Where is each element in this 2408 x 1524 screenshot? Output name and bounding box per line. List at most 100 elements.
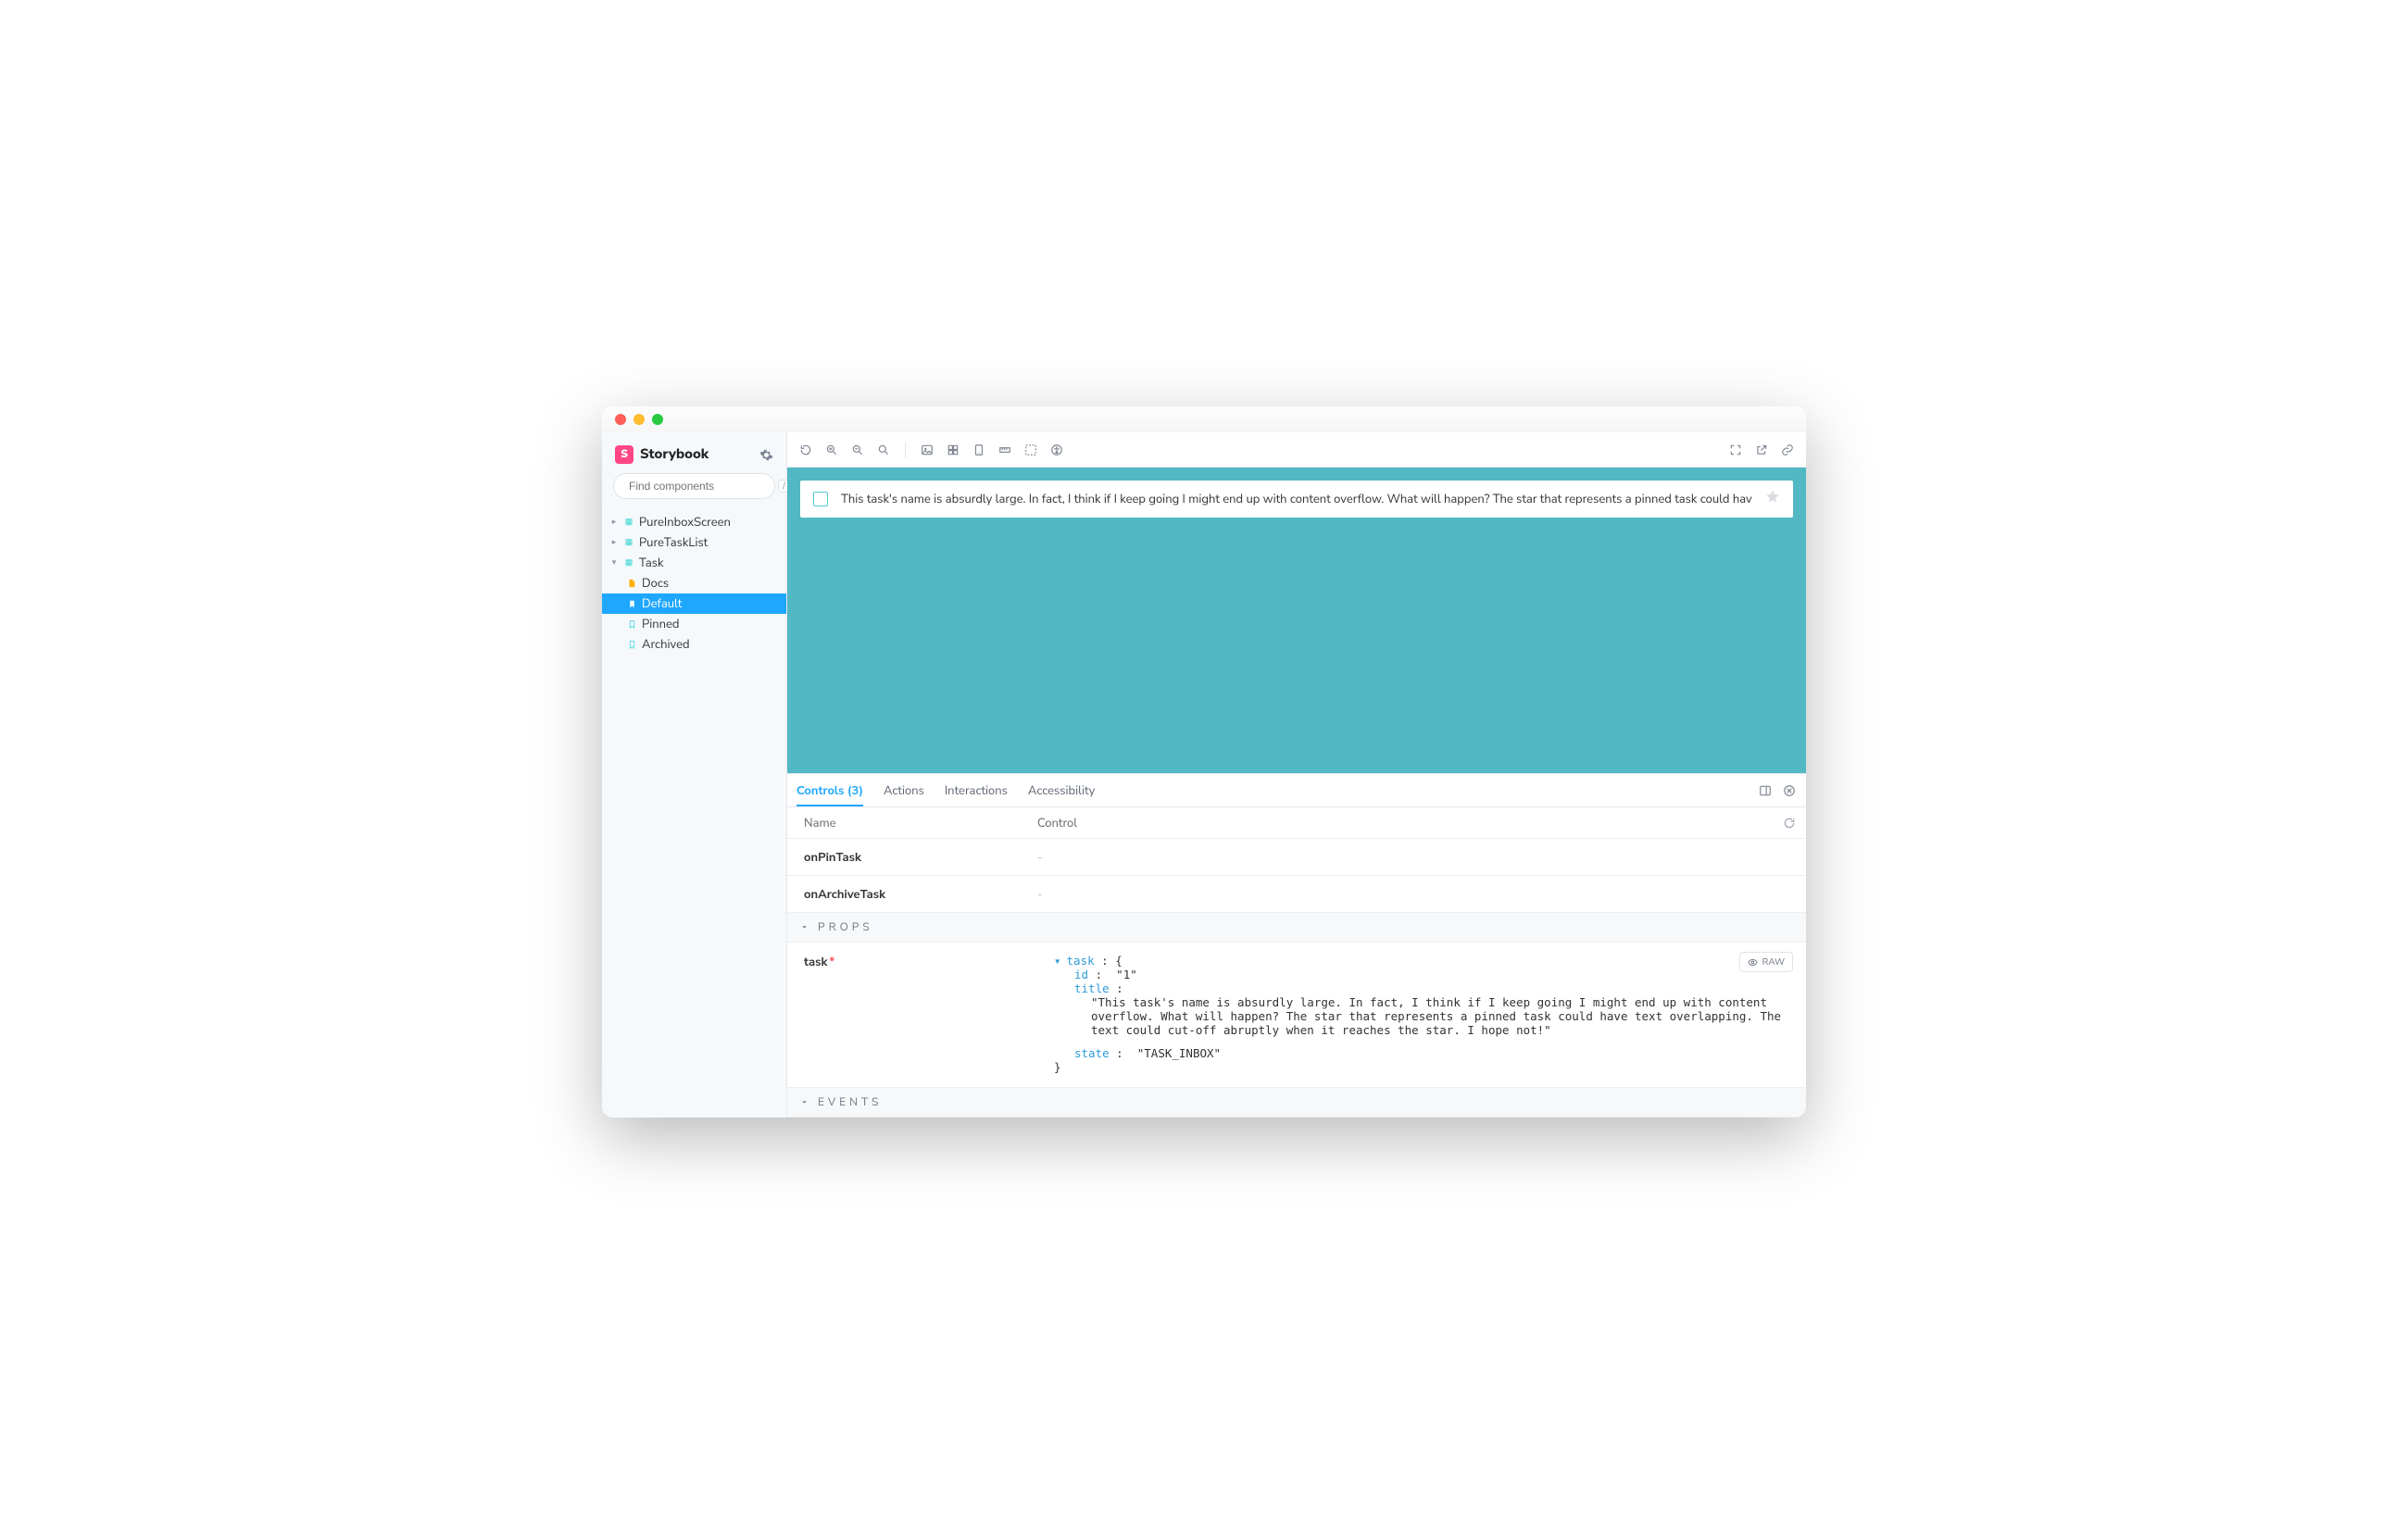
viewport-button[interactable] [972, 443, 986, 457]
search-input[interactable]: / [613, 473, 775, 499]
sidebar-story-archived[interactable]: Archived [602, 634, 786, 655]
sidebar-item-label: PureTaskList [639, 534, 708, 551]
refresh-icon [799, 443, 812, 456]
window-close-button[interactable] [615, 414, 626, 425]
refresh-button[interactable] [798, 443, 813, 457]
obj-key: state [1074, 1046, 1110, 1060]
sidebar-tree: ▸ ▦ PureInboxScreen ▸ ▦ PureTaskList ▾ ▦… [602, 508, 786, 655]
brand: S Storybook [615, 445, 709, 464]
object-control[interactable]: ▾task : { id : "1" title : "This task's … [1054, 954, 1793, 1074]
obj-key: id [1074, 968, 1088, 981]
raw-label: RAW [1762, 956, 1785, 968]
app-window: S Storybook / ▸ ▦ PureInboxScreen [602, 406, 1806, 1118]
tab-accessibility[interactable]: Accessibility [1028, 774, 1095, 806]
sidebar-story-docs[interactable]: Docs [602, 573, 786, 593]
chevron-down-icon [800, 923, 809, 931]
close-panel-button[interactable] [1782, 783, 1797, 798]
sidebar-item-label: Archived [642, 636, 690, 653]
a11y-button[interactable] [1049, 443, 1064, 457]
grid-icon [947, 443, 959, 456]
titlebar [602, 406, 1806, 432]
eye-icon [1748, 957, 1758, 968]
sidebar-item-label: Docs [642, 575, 669, 592]
control-name: onArchiveTask [787, 886, 1037, 903]
section-props[interactable]: Props [787, 913, 1806, 943]
column-control: Control [1037, 815, 1773, 831]
column-name: Name [787, 815, 1037, 831]
window-minimize-button[interactable] [633, 414, 645, 425]
sidebar-item-label: PureInboxScreen [639, 514, 731, 531]
canvas-toolbar [787, 432, 1806, 468]
bookmark-icon [626, 599, 637, 609]
open-new-tab-button[interactable] [1754, 443, 1769, 457]
obj-key: title [1074, 981, 1110, 995]
zoom-out-button[interactable] [850, 443, 865, 457]
control-value: - [1037, 886, 1043, 903]
sidebar-item-puretasklist[interactable]: ▸ ▦ PureTaskList [602, 532, 786, 553]
addon-panel: Controls (3) Actions Interactions Access… [787, 773, 1806, 1118]
sidebar-item-label: Task [639, 555, 663, 571]
control-row-task: task* ▾task : { id : "1" title : "This t… [787, 943, 1806, 1088]
zoom-in-icon [825, 443, 838, 456]
task-item[interactable]: This task's name is absurdly large. In f… [800, 481, 1793, 518]
controls-table-header: Name Control [787, 807, 1806, 839]
fullscreen-button[interactable] [1728, 443, 1743, 457]
tablet-icon [972, 443, 985, 456]
outline-button[interactable] [1023, 443, 1038, 457]
zoom-reset-icon [877, 443, 890, 456]
tab-controls[interactable]: Controls (3) [796, 774, 863, 806]
task-checkbox[interactable] [813, 492, 828, 506]
task-title: This task's name is absurdly large. In f… [841, 491, 1752, 507]
open-new-icon [1755, 443, 1768, 456]
obj-value[interactable]: "TASK_INBOX" [1137, 1046, 1221, 1060]
measure-button[interactable] [997, 443, 1012, 457]
control-name: task [804, 954, 827, 970]
star-icon [1765, 489, 1780, 504]
pin-button[interactable] [1765, 489, 1780, 509]
brand-name: Storybook [640, 445, 709, 464]
main: This task's name is absurdly large. In f… [787, 432, 1806, 1118]
bookmark-icon [626, 619, 637, 630]
toolbar-separator [905, 442, 906, 458]
link-icon [1781, 443, 1794, 456]
sidebar-item-pureinboxscreen[interactable]: ▸ ▦ PureInboxScreen [602, 512, 786, 532]
control-name: onPinTask [787, 849, 1037, 866]
section-events[interactable]: Events [787, 1088, 1806, 1118]
settings-button[interactable] [759, 448, 773, 462]
close-icon [1783, 784, 1796, 797]
tab-actions[interactable]: Actions [884, 774, 924, 806]
window-zoom-button[interactable] [652, 414, 663, 425]
reset-controls-button[interactable] [1773, 817, 1806, 830]
chevron-down-icon [800, 1098, 809, 1106]
tab-interactions[interactable]: Interactions [945, 774, 1008, 806]
collapse-icon[interactable]: ▾ [1054, 954, 1061, 968]
search-field[interactable] [629, 480, 772, 493]
fullscreen-icon [1729, 443, 1742, 456]
background-button[interactable] [920, 443, 934, 457]
panel-orientation-button[interactable] [1758, 783, 1773, 798]
obj-key: task [1067, 954, 1095, 968]
ruler-icon [998, 443, 1011, 456]
photo-icon [921, 443, 934, 456]
sidebar-item-label: Default [642, 595, 682, 612]
copy-link-button[interactable] [1780, 443, 1795, 457]
zoom-in-button[interactable] [824, 443, 839, 457]
grid-button[interactable] [946, 443, 960, 457]
bookmark-icon [626, 640, 637, 650]
sidebar-icon [1759, 784, 1772, 797]
zoom-reset-button[interactable] [876, 443, 891, 457]
section-label: Events [818, 1095, 882, 1110]
raw-toggle-button[interactable]: RAW [1739, 952, 1793, 972]
sidebar-item-task[interactable]: ▾ ▦ Task [602, 553, 786, 573]
control-value: - [1037, 849, 1043, 866]
required-icon: * [829, 954, 834, 970]
component-icon: ▦ [623, 557, 634, 568]
sidebar-story-default[interactable]: Default [602, 593, 786, 614]
section-label: Props [818, 920, 873, 935]
brand-badge: S [615, 445, 633, 464]
sidebar-story-pinned[interactable]: Pinned [602, 614, 786, 634]
obj-value[interactable]: "This task's name is absurdly large. In … [1091, 995, 1788, 1037]
sidebar: S Storybook / ▸ ▦ PureInboxScreen [602, 432, 787, 1118]
outline-icon [1024, 443, 1037, 456]
obj-value[interactable]: "1" [1116, 968, 1137, 981]
